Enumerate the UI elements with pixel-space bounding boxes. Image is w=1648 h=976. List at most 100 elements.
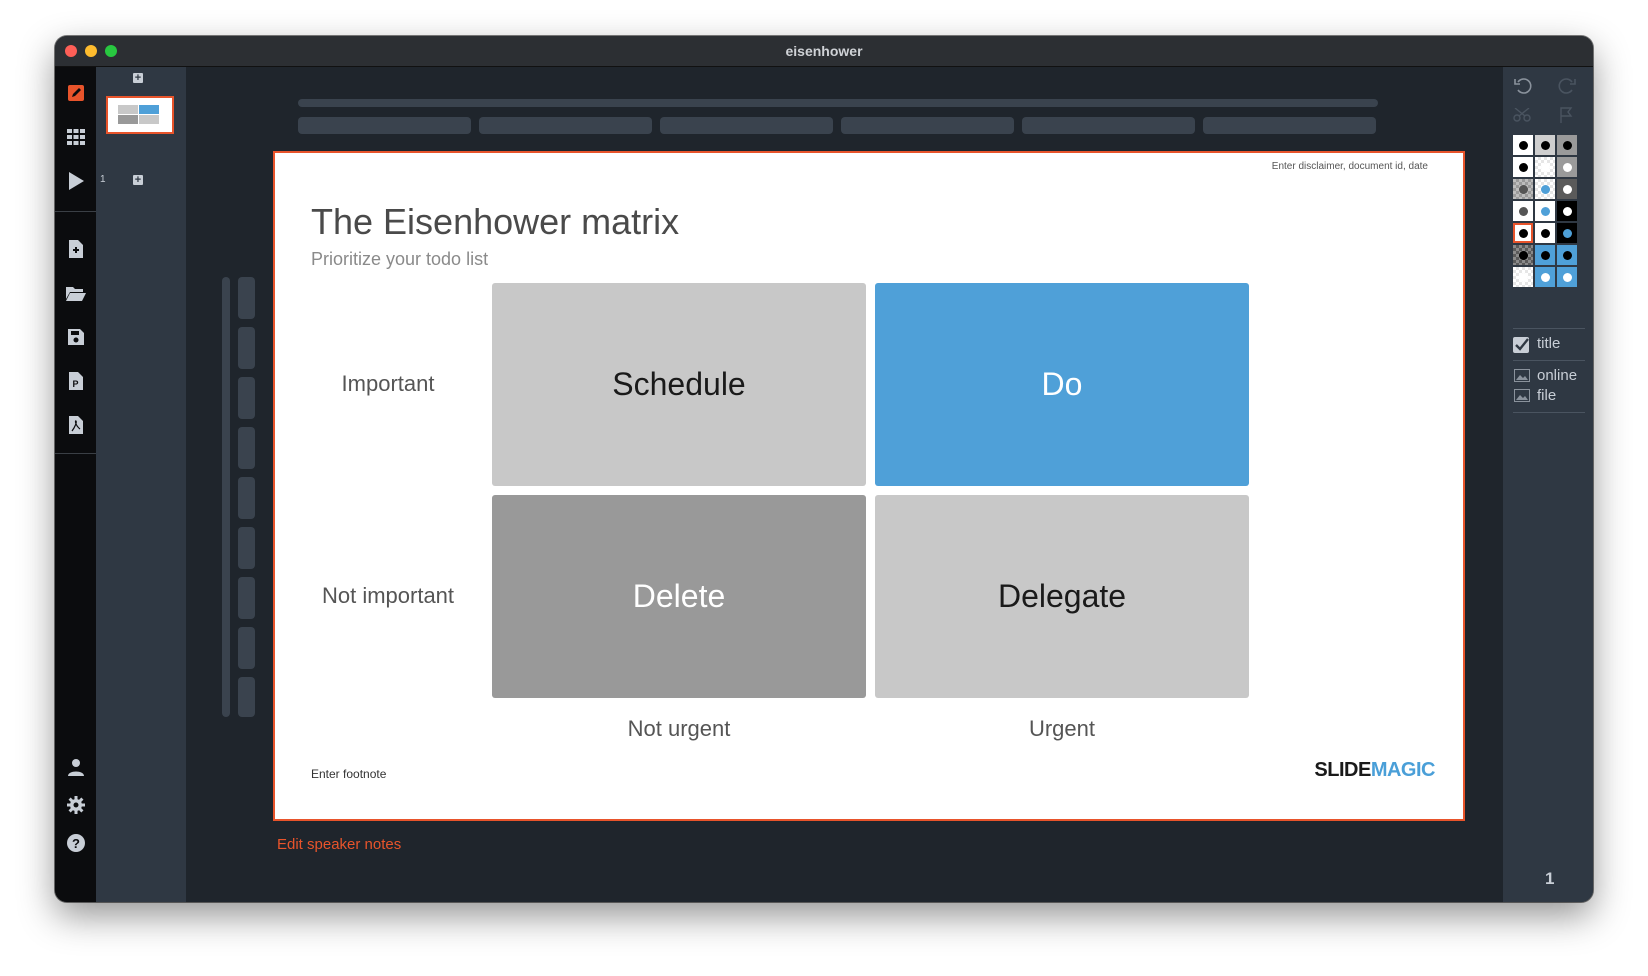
slide-thumbnail-panel: + 1 +	[96, 67, 186, 902]
style-swatch[interactable]	[1513, 223, 1533, 243]
undo-icon[interactable]	[1513, 75, 1533, 95]
row-label-important[interactable]: Important	[288, 371, 488, 397]
thumbnail-number: 1	[100, 174, 106, 185]
layout-placeholder-block	[238, 277, 255, 319]
style-swatch[interactable]	[1557, 179, 1577, 199]
style-swatch[interactable]	[1535, 245, 1555, 265]
footnote-text[interactable]: Enter footnote	[311, 767, 386, 781]
image-file-icon[interactable]	[1513, 387, 1531, 403]
swatch-dot	[1540, 228, 1550, 238]
style-swatch[interactable]	[1557, 135, 1577, 155]
swatch-dot	[1540, 250, 1550, 260]
play-icon[interactable]	[55, 167, 96, 195]
layout-placeholder-block	[238, 427, 255, 469]
title-toggle-label[interactable]: title	[1537, 335, 1560, 352]
right-properties-panel: title online file 1	[1503, 67, 1593, 902]
swatch-dot	[1540, 162, 1550, 172]
help-icon[interactable]: ?	[55, 829, 96, 857]
panel-divider	[1513, 328, 1585, 329]
panel-divider	[1513, 360, 1585, 361]
logo-part-slide: SLIDE	[1314, 759, 1371, 781]
style-swatch[interactable]	[1513, 157, 1533, 177]
style-swatch[interactable]	[1513, 245, 1533, 265]
style-swatch[interactable]	[1513, 135, 1533, 155]
style-swatch[interactable]	[1535, 135, 1555, 155]
style-swatch[interactable]	[1535, 179, 1555, 199]
style-swatch[interactable]	[1557, 223, 1577, 243]
redo-icon[interactable]	[1557, 75, 1577, 95]
column-label-not-urgent[interactable]: Not urgent	[492, 716, 866, 742]
slide-thumbnail[interactable]	[106, 96, 174, 134]
save-icon[interactable]	[55, 323, 96, 351]
open-folder-icon[interactable]	[55, 279, 96, 307]
style-swatch[interactable]	[1557, 201, 1577, 221]
swatch-dot	[1518, 206, 1528, 216]
thumbnail-cell	[139, 105, 159, 114]
swatch-dot	[1518, 162, 1528, 172]
cut-icon[interactable]	[1513, 105, 1533, 125]
swatch-dot	[1518, 272, 1528, 282]
style-swatch[interactable]	[1557, 267, 1577, 287]
layout-placeholder-block	[841, 117, 1014, 134]
title-bar: eisenhower	[55, 36, 1593, 67]
slide-title[interactable]: The Eisenhower matrix	[311, 201, 679, 243]
style-swatch[interactable]	[1535, 223, 1555, 243]
layout-placeholder-block	[238, 627, 255, 669]
grid-icon[interactable]	[55, 123, 96, 151]
swatch-dot	[1540, 272, 1550, 282]
style-swatch[interactable]	[1513, 267, 1533, 287]
swatch-dot	[1562, 184, 1572, 194]
edit-speaker-notes-link[interactable]: Edit speaker notes	[277, 836, 401, 853]
style-swatch[interactable]	[1513, 179, 1533, 199]
title-checkbox-icon[interactable]	[1513, 336, 1531, 354]
swatch-dot	[1540, 184, 1550, 194]
slidemagic-logo: SLIDEMAGIC	[1314, 759, 1435, 782]
disclaimer-text[interactable]: Enter disclaimer, document id, date	[1272, 161, 1428, 172]
matrix-cell-delegate[interactable]: Delegate	[875, 495, 1249, 698]
swatch-dot	[1518, 184, 1528, 194]
layout-placeholder-block	[238, 677, 255, 717]
swatch-dot	[1518, 250, 1528, 260]
image-file-label[interactable]: file	[1537, 387, 1556, 404]
image-online-icon[interactable]	[1513, 367, 1531, 383]
matrix-cell-do[interactable]: Do	[875, 283, 1249, 486]
edit-icon[interactable]	[55, 79, 96, 107]
style-swatch[interactable]	[1535, 157, 1555, 177]
row-label-not-important[interactable]: Not important	[288, 583, 488, 609]
paint-format-icon[interactable]	[1557, 105, 1577, 125]
left-toolbar: P ?	[55, 67, 96, 902]
account-icon[interactable]	[55, 753, 96, 781]
layout-placeholder-block	[660, 117, 833, 134]
layout-placeholder-block	[1022, 117, 1195, 134]
style-swatch[interactable]	[1513, 201, 1533, 221]
style-swatch[interactable]	[1535, 267, 1555, 287]
export-pptx-icon[interactable]: P	[55, 367, 96, 395]
editor-canvas: Enter disclaimer, document id, date The …	[186, 67, 1503, 902]
add-slide-before-button[interactable]: +	[133, 73, 143, 84]
style-swatch[interactable]	[1535, 201, 1555, 221]
swatch-dot	[1540, 140, 1550, 150]
slide-canvas[interactable]: Enter disclaimer, document id, date The …	[273, 151, 1465, 821]
export-pdf-icon[interactable]	[55, 411, 96, 439]
column-label-urgent[interactable]: Urgent	[875, 716, 1249, 742]
layout-placeholder-block	[238, 477, 255, 519]
swatch-dot	[1562, 250, 1572, 260]
style-swatch[interactable]	[1557, 157, 1577, 177]
settings-icon[interactable]	[55, 791, 96, 819]
svg-text:?: ?	[72, 836, 80, 851]
slide-subtitle[interactable]: Prioritize your todo list	[311, 249, 488, 270]
swatch-dot	[1518, 140, 1528, 150]
new-file-icon[interactable]	[55, 235, 96, 263]
style-swatch[interactable]	[1557, 245, 1577, 265]
matrix-cell-delete[interactable]: Delete	[492, 495, 866, 698]
thumbnail-cell	[139, 115, 159, 124]
image-online-label[interactable]: online	[1537, 367, 1577, 384]
matrix-cell-schedule[interactable]: Schedule	[492, 283, 866, 486]
layout-placeholder-bar	[298, 99, 1378, 107]
layout-placeholder-block	[479, 117, 652, 134]
add-slide-after-button[interactable]: +	[133, 175, 143, 186]
current-page-number: 1	[1545, 869, 1555, 888]
window-title: eisenhower	[785, 43, 863, 59]
layout-placeholder-block	[238, 577, 255, 619]
swatch-dot	[1562, 228, 1572, 238]
